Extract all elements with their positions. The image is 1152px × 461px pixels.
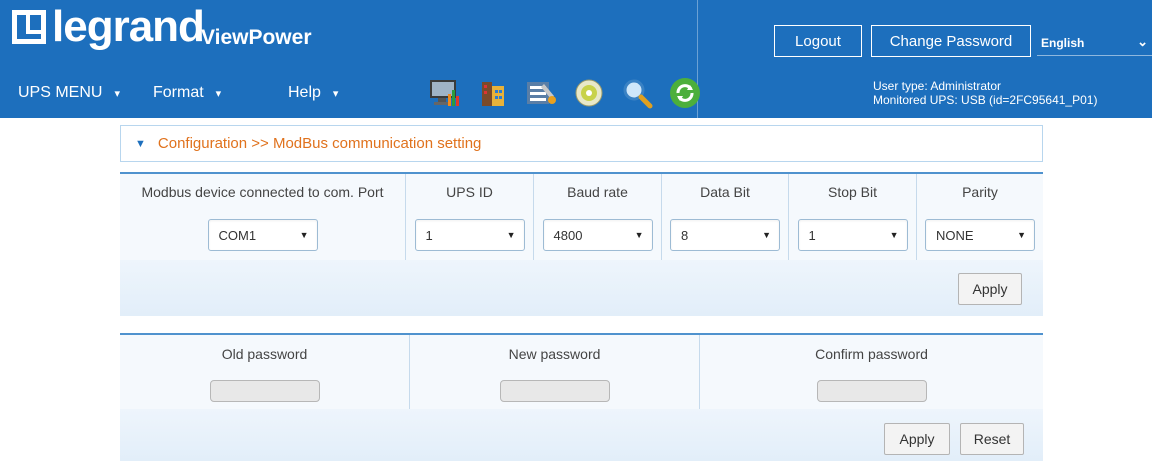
header-stop-bit: Stop Bit: [789, 174, 917, 210]
monitored-ups: Monitored UPS: USB (id=2FC95641_P01): [873, 93, 1098, 107]
cell-confirm-password: [700, 373, 1043, 409]
cell-parity: NONE ▼: [917, 210, 1043, 260]
language-select[interactable]: English ⌄: [1037, 30, 1152, 56]
building-icon[interactable]: [476, 76, 510, 110]
change-password-button[interactable]: Change Password: [871, 25, 1031, 57]
menu-ups-label: UPS MENU: [18, 84, 103, 101]
user-type: User type: Administrator: [873, 79, 1002, 93]
dropdown-arrow-icon: ▼: [299, 230, 309, 240]
parity-value: NONE: [936, 227, 974, 243]
dropdown-arrow-icon: ▼: [889, 230, 899, 240]
parity-select[interactable]: NONE ▼: [925, 219, 1035, 251]
header-parity: Parity: [917, 174, 1043, 210]
dropdown-arrow-icon: ▼: [762, 230, 771, 240]
chevron-down-icon: ⌄: [1137, 34, 1148, 49]
password-header-row: Old password New password Confirm passwo…: [120, 335, 1043, 373]
breadcrumb-text: Configuration >> ModBus communication se…: [157, 135, 482, 152]
password-panel: Old password New password Confirm passwo…: [120, 333, 1043, 461]
cell-com-port: COM1 ▼: [120, 210, 406, 260]
new-password-field[interactable]: [499, 380, 610, 402]
confirm-password-field[interactable]: [816, 380, 927, 402]
data-bit-select[interactable]: 8 ▼: [670, 219, 780, 251]
cell-baud-rate: 4800 ▼: [534, 210, 662, 260]
header-com-port: Modbus device connected to com. Port: [120, 174, 406, 210]
baud-rate-select[interactable]: 4800 ▼: [542, 219, 653, 251]
stop-bit-select[interactable]: 1 ▼: [797, 219, 908, 251]
language-value: English: [1041, 35, 1085, 50]
legrand-logo-icon: [12, 10, 46, 44]
header-ups-id: UPS ID: [406, 174, 534, 210]
chevron-down-icon: ▾: [114, 87, 120, 100]
user-info: User type: Administrator Monitored UPS: …: [873, 79, 1097, 107]
collapse-triangle-icon[interactable]: ▼: [135, 138, 146, 150]
toolbar-icons: [428, 76, 702, 110]
logout-button[interactable]: Logout: [774, 25, 862, 57]
dropdown-arrow-icon: ▼: [634, 230, 644, 240]
cell-ups-id: 1 ▼: [406, 210, 534, 260]
com-port-value: COM1: [218, 227, 257, 243]
chevron-down-icon: ▾: [332, 87, 339, 100]
modbus-apply-button[interactable]: Apply: [958, 273, 1022, 305]
menu-help[interactable]: Help ▾: [288, 84, 338, 102]
password-reset-button[interactable]: Reset: [960, 423, 1024, 455]
header-data-bit: Data Bit: [662, 174, 789, 210]
modbus-settings-panel: Modbus device connected to com. Port UPS…: [120, 172, 1043, 316]
modbus-header-row: Modbus device connected to com. Port UPS…: [120, 174, 1043, 210]
menu-format[interactable]: Format ▾: [153, 84, 221, 102]
dropdown-arrow-icon: ▼: [506, 230, 516, 240]
old-password-field[interactable]: [209, 380, 320, 402]
header-confirm-password: Confirm password: [700, 335, 1043, 373]
chevron-down-icon: ▾: [215, 87, 222, 100]
ups-id-value: 1: [425, 227, 433, 243]
breadcrumb: ▼ Configuration >> ModBus communication …: [120, 125, 1043, 162]
menu-ups[interactable]: UPS MENU ▾: [18, 84, 120, 102]
monitor-chart-icon[interactable]: [428, 76, 462, 110]
password-apply-button[interactable]: Apply: [884, 423, 950, 455]
disc-icon[interactable]: [572, 76, 606, 110]
cell-stop-bit: 1 ▼: [789, 210, 917, 260]
data-bit-value: 8: [681, 227, 689, 243]
header-new-password: New password: [410, 335, 700, 373]
tools-icon[interactable]: [524, 76, 558, 110]
cell-old-password: [120, 373, 410, 409]
dropdown-arrow-icon: ▼: [1017, 230, 1026, 240]
product-name: ViewPower: [201, 26, 312, 49]
header-bar: legrand ViewPower Logout Change Password…: [0, 0, 1152, 118]
header-baud-rate: Baud rate: [534, 174, 662, 210]
baud-rate-value: 4800: [553, 227, 583, 243]
password-input-row: [120, 373, 1043, 409]
cell-data-bit: 8 ▼: [662, 210, 789, 260]
ups-id-select[interactable]: 1 ▼: [414, 219, 525, 251]
magnifier-icon[interactable]: [620, 76, 654, 110]
brand-logo-text: legrand: [52, 2, 205, 51]
header-old-password: Old password: [120, 335, 410, 373]
menu-help-label: Help: [288, 84, 321, 101]
modbus-action-band: [120, 260, 1043, 316]
modbus-value-row: COM1 ▼ 1 ▼ 4800 ▼ 8 ▼ 1 ▼ NONE ▼: [120, 210, 1043, 260]
refresh-icon[interactable]: [668, 76, 702, 110]
menu-format-label: Format: [153, 84, 204, 101]
cell-new-password: [410, 373, 700, 409]
com-port-select[interactable]: COM1 ▼: [207, 219, 318, 251]
stop-bit-value: 1: [808, 227, 816, 243]
